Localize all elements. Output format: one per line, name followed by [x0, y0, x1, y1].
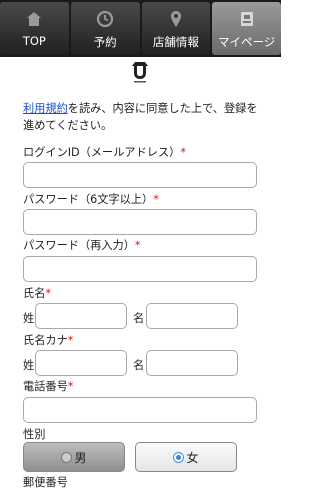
terms-intro: 利用規約を読み、内容に同意した上で、登録を進めてください。 — [23, 100, 261, 134]
login-id-input[interactable] — [23, 162, 257, 188]
required-mark: * — [153, 193, 159, 206]
last-name-kana-label: 姓 — [23, 359, 35, 372]
password-confirm-input[interactable] — [23, 256, 257, 282]
gender-female-option[interactable]: 女 — [135, 442, 237, 472]
password-label: パスワード（6文字以上）* — [23, 193, 159, 206]
first-name-input[interactable] — [146, 303, 238, 329]
nav-item-label: 店舗情報 — [152, 35, 199, 49]
nav-item-mypage[interactable]: マイページ — [212, 2, 281, 55]
brand-logo — [128, 60, 152, 84]
nav-item-label: 予約 — [93, 35, 117, 49]
name-kana-label: 氏名カナ* — [23, 334, 74, 347]
gender-label: 性別 — [23, 428, 46, 441]
gender-option-label: 男 — [74, 450, 87, 465]
phone-input[interactable] — [23, 397, 257, 423]
login-id-label: ログインID（メールアドレス）* — [23, 146, 186, 159]
first-name-kana-input[interactable] — [146, 350, 238, 376]
gender-male-option[interactable]: 男 — [23, 442, 125, 472]
radio-checked-icon — [173, 451, 185, 463]
first-name-kana-label: 名 — [133, 359, 145, 372]
first-name-label: 名 — [133, 312, 145, 325]
terms-link[interactable]: 利用規約 — [23, 102, 68, 115]
required-mark: * — [134, 239, 141, 252]
top-nav: TOP 予約 店舗情報 マイページ — [0, 0, 281, 57]
required-mark: * — [67, 380, 74, 393]
radio-unchecked-icon — [61, 451, 73, 463]
postal-code-label: 郵便番号 — [23, 476, 68, 489]
password-input[interactable] — [23, 209, 257, 235]
nav-item-top[interactable]: TOP — [0, 2, 69, 55]
last-name-kana-input[interactable] — [35, 350, 127, 376]
last-name-input[interactable] — [35, 303, 127, 329]
map-pin-icon — [167, 10, 185, 28]
nav-item-label: TOP — [22, 34, 46, 48]
clock-icon — [96, 10, 114, 28]
nav-item-store-info[interactable]: 店舗情報 — [141, 2, 211, 55]
required-mark: * — [45, 287, 51, 300]
last-name-label: 姓 — [23, 312, 35, 325]
home-icon — [25, 10, 43, 28]
phone-label: 電話番号* — [23, 380, 74, 393]
nav-item-label: マイページ — [217, 35, 276, 49]
required-mark: * — [180, 146, 186, 159]
required-mark: * — [67, 334, 74, 347]
name-label: 氏名* — [23, 287, 51, 300]
password-confirm-label: パスワード（再入力）* — [23, 239, 141, 252]
mypage-icon — [238, 10, 256, 28]
nav-item-reserve[interactable]: 予約 — [70, 2, 140, 55]
gender-option-label: 女 — [186, 450, 199, 465]
